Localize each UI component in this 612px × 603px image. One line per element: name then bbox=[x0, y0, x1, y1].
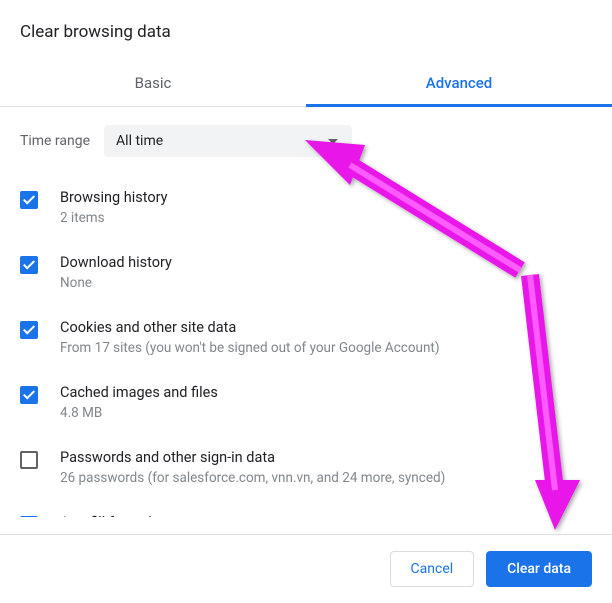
checkbox-browsing-history[interactable] bbox=[20, 191, 38, 209]
time-range-select[interactable]: All time bbox=[104, 125, 352, 157]
checkbox-cookies[interactable] bbox=[20, 321, 38, 339]
checkbox-passwords[interactable] bbox=[20, 451, 38, 469]
option-title: Passwords and other sign-in data bbox=[60, 449, 592, 466]
option-cache: Cached images and files 4.8 MB bbox=[20, 374, 592, 439]
tabs-container: Basic Advanced bbox=[0, 60, 612, 107]
option-title: Cached images and files bbox=[60, 384, 592, 401]
option-title: Autofill form data bbox=[60, 514, 592, 517]
option-browsing-history: Browsing history 2 items bbox=[20, 179, 592, 244]
content-area: Time range All time Browsing history 2 i… bbox=[0, 107, 612, 517]
option-autofill: Autofill form data bbox=[20, 504, 592, 517]
option-sub: 4.8 MB bbox=[60, 405, 592, 421]
option-sub: None bbox=[60, 275, 592, 291]
option-passwords: Passwords and other sign-in data 26 pass… bbox=[20, 439, 592, 504]
option-sub: From 17 sites (you won't be signed out o… bbox=[60, 340, 592, 356]
tab-basic[interactable]: Basic bbox=[0, 60, 306, 106]
option-title: Download history bbox=[60, 254, 592, 271]
chevron-down-icon bbox=[328, 139, 338, 144]
option-download-history: Download history None bbox=[20, 244, 592, 309]
options-list: Browsing history 2 items Download histor… bbox=[0, 179, 612, 517]
option-cookies: Cookies and other site data From 17 site… bbox=[20, 309, 592, 374]
option-sub: 26 passwords (for salesforce.com, vnn.vn… bbox=[60, 470, 592, 486]
checkbox-autofill[interactable] bbox=[20, 516, 38, 517]
time-range-label: Time range bbox=[20, 133, 90, 149]
dialog-footer: Cancel Clear data bbox=[0, 534, 612, 603]
time-range-row: Time range All time bbox=[0, 107, 612, 179]
tab-advanced[interactable]: Advanced bbox=[306, 60, 612, 106]
option-title: Cookies and other site data bbox=[60, 319, 592, 336]
checkbox-cache[interactable] bbox=[20, 386, 38, 404]
clear-data-button[interactable]: Clear data bbox=[486, 551, 592, 587]
time-range-value: All time bbox=[116, 133, 163, 149]
cancel-button[interactable]: Cancel bbox=[390, 551, 475, 587]
dialog-title: Clear browsing data bbox=[0, 0, 612, 60]
checkbox-download-history[interactable] bbox=[20, 256, 38, 274]
option-title: Browsing history bbox=[60, 189, 592, 206]
option-sub: 2 items bbox=[60, 210, 592, 226]
